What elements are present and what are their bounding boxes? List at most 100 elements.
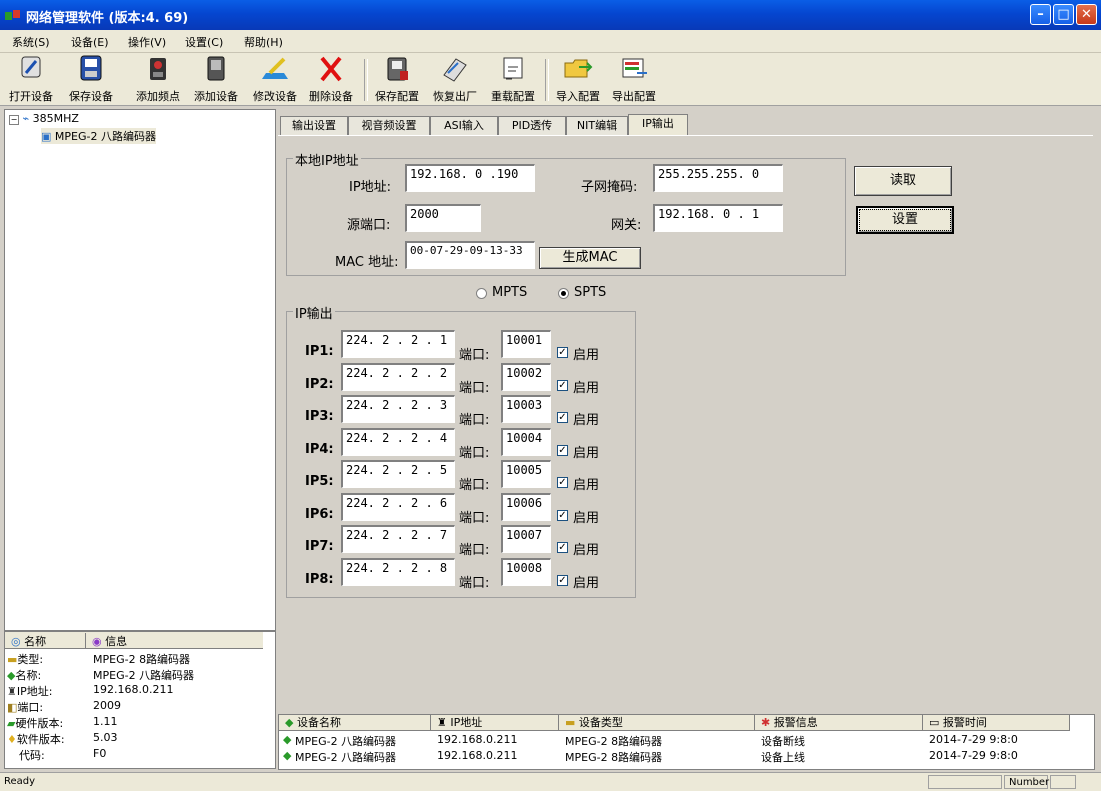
set-button[interactable]: 设置 xyxy=(856,206,954,234)
alarm-col-ip[interactable]: ♜ IP地址 xyxy=(431,715,559,731)
menu-device[interactable]: 设备(E) xyxy=(71,34,109,50)
gateway-input[interactable]: 192.168. 0 . 1 xyxy=(653,204,783,232)
tab-pid-passthrough[interactable]: PID透传 xyxy=(498,116,566,135)
mpts-radio[interactable] xyxy=(476,288,487,299)
alarm-col-device-name[interactable]: ◆ 设备名称 xyxy=(279,715,431,731)
save-config-button[interactable]: 保存配置 xyxy=(368,55,426,103)
enable-checkbox[interactable]: ✓ xyxy=(557,412,568,423)
ip-output-port-input[interactable]: 10004 xyxy=(501,427,551,456)
export-config-icon xyxy=(622,58,647,78)
ip-output-address-input[interactable]: 224. 2 . 2 . 8 xyxy=(341,557,455,586)
tab-asi-input[interactable]: ASI输入 xyxy=(430,116,498,135)
add-frequency-button[interactable]: 添加频点 xyxy=(129,55,187,103)
tree-node-frequency[interactable]: − ⌁ 385MHZ xyxy=(9,112,79,125)
source-port-input[interactable]: 2000 xyxy=(405,204,481,232)
tab-ip-output[interactable]: IP输出 xyxy=(628,114,688,136)
ip-output-port-input[interactable]: 10006 xyxy=(501,492,551,521)
collapse-icon[interactable]: − xyxy=(9,115,19,125)
local-ip-group-title: 本地IP地址 xyxy=(293,150,361,169)
tab-content: 本地IP地址 IP地址: 192.168. 0 .190 子网掩码: 255.2… xyxy=(278,135,1093,708)
tab-nit-edit[interactable]: NIT编辑 xyxy=(566,116,628,135)
alarm-cell: MPEG-2 八路编码器 xyxy=(295,735,397,748)
device-tree[interactable]: − ⌁ 385MHZ ▣ MPEG-2 八路编码器 xyxy=(4,109,276,631)
ip-output-port-input[interactable]: 10002 xyxy=(501,362,551,391)
factory-reset-button[interactable]: 恢复出厂 xyxy=(426,55,484,103)
ip-output-address-input[interactable]: 224. 2 . 2 . 7 xyxy=(341,525,455,553)
alarm-col-info[interactable]: ✱ 报警信息 xyxy=(755,715,923,731)
maximize-button[interactable]: □ xyxy=(1053,4,1074,25)
read-button[interactable]: 读取 xyxy=(854,166,952,196)
ip-output-port-input[interactable]: 10001 xyxy=(501,330,551,358)
info-icon: ◉ xyxy=(92,635,102,648)
ip-row-label: IP4: xyxy=(305,441,334,457)
mpts-label: MPTS xyxy=(492,285,528,300)
enable-checkbox[interactable]: ✓ xyxy=(557,574,568,586)
tree-node-device[interactable]: ▣ MPEG-2 八路编码器 xyxy=(41,128,156,144)
ip-output-address-input[interactable]: 224. 2 . 2 . 4 xyxy=(341,427,455,456)
ip-row-port-label: 端口: xyxy=(459,413,490,428)
tab-av-settings[interactable]: 视音频设置 xyxy=(348,116,430,135)
open-device-button[interactable]: 打开设备 xyxy=(2,55,60,103)
ip-icon: ♜ xyxy=(437,716,447,729)
reload-config-button[interactable]: 重载配置 xyxy=(484,55,542,103)
enable-checkbox[interactable]: ✓ xyxy=(557,347,568,358)
ip-row-label: IP8: xyxy=(305,571,334,587)
menu-settings[interactable]: 设置(C) xyxy=(185,34,223,50)
alarm-table[interactable]: ◆ 设备名称 ♜ IP地址 ▬ 设备类型 ✱ 报警信息 ▭ 报警时间 ◆ MPEG… xyxy=(278,714,1095,770)
tab-output-settings[interactable]: 输出设置 xyxy=(280,116,348,135)
add-device-button[interactable]: 添加设备 xyxy=(187,55,245,103)
enable-checkbox[interactable]: ✓ xyxy=(557,444,568,456)
delete-icon xyxy=(320,56,342,82)
info-col-info[interactable]: ◉ 信息 xyxy=(85,633,127,649)
minimize-button[interactable]: – xyxy=(1030,4,1051,25)
save-config-icon xyxy=(387,57,408,81)
close-button[interactable]: ✕ xyxy=(1076,4,1097,25)
menu-help[interactable]: 帮助(H) xyxy=(244,34,283,50)
export-config-button[interactable]: 导出配置 xyxy=(605,55,663,103)
save-device-icon xyxy=(80,55,102,81)
alarm-cell: 2014-7-29 9:8:0 xyxy=(929,733,1018,746)
enable-checkbox[interactable]: ✓ xyxy=(557,477,568,488)
enable-checkbox[interactable]: ✓ xyxy=(557,542,568,553)
subnet-mask-input[interactable]: 255.255.255. 0 xyxy=(653,164,783,192)
modify-device-button[interactable]: 修改设备 xyxy=(246,55,304,103)
delete-device-button[interactable]: 删除设备 xyxy=(302,55,360,103)
device-icon: ◆ xyxy=(283,733,292,746)
device-icon: ▣ xyxy=(41,130,52,143)
menu-system[interactable]: 系统(S) xyxy=(12,34,50,50)
enable-checkbox[interactable]: ✓ xyxy=(557,379,568,391)
ip-output-group-title: IP输出 xyxy=(293,303,335,322)
save-device-button[interactable]: 保存设备 xyxy=(62,55,120,103)
source-port-label: 源端口: xyxy=(347,218,391,233)
enable-label: 启用 xyxy=(573,380,600,396)
ip-output-port-input[interactable]: 10003 xyxy=(501,395,551,423)
reload-config-icon xyxy=(503,57,523,80)
ip-address-label: IP地址: xyxy=(349,180,392,195)
ip-output-address-input[interactable]: 224. 2 . 2 . 3 xyxy=(341,395,455,423)
alarm-cell: MPEG-2 8路编码器 xyxy=(565,751,663,764)
import-config-button[interactable]: 导入配置 xyxy=(549,55,607,103)
subnet-mask-label: 子网掩码: xyxy=(581,180,638,195)
ip-output-address-input[interactable]: 224. 2 . 2 . 6 xyxy=(341,492,455,521)
menu-operation[interactable]: 操作(V) xyxy=(128,34,166,50)
alarm-col-type[interactable]: ▬ 设备类型 xyxy=(559,715,755,731)
time-icon: ▭ xyxy=(929,716,940,729)
add-frequency-icon xyxy=(150,58,166,80)
status-panel-empty xyxy=(928,775,1002,789)
ip-output-address-input[interactable]: 224. 2 . 2 . 1 xyxy=(341,330,455,358)
ip-row-port-label: 端口: xyxy=(459,445,490,461)
ip-address-input[interactable]: 192.168. 0 .190 xyxy=(405,164,535,192)
ip-output-port-input[interactable]: 10007 xyxy=(501,525,551,553)
alarm-cell: 192.168.0.211 xyxy=(437,733,518,746)
enable-checkbox[interactable]: ✓ xyxy=(557,509,568,521)
alarm-col-time[interactable]: ▭ 报警时间 xyxy=(923,715,1070,731)
info-col-name[interactable]: ◎ 名称 xyxy=(11,633,46,649)
generate-mac-button[interactable]: 生成MAC xyxy=(539,247,641,269)
spts-radio[interactable] xyxy=(558,288,569,299)
name-icon: ◎ xyxy=(11,635,21,648)
ip-output-port-input[interactable]: 10005 xyxy=(501,460,551,488)
ip-output-address-input[interactable]: 224. 2 . 2 . 5 xyxy=(341,460,455,488)
ip-output-port-input[interactable]: 10008 xyxy=(501,557,551,586)
ip-output-address-input[interactable]: 224. 2 . 2 . 2 xyxy=(341,362,455,391)
mac-address-input[interactable]: 00-07-29-09-13-33 xyxy=(405,241,535,269)
